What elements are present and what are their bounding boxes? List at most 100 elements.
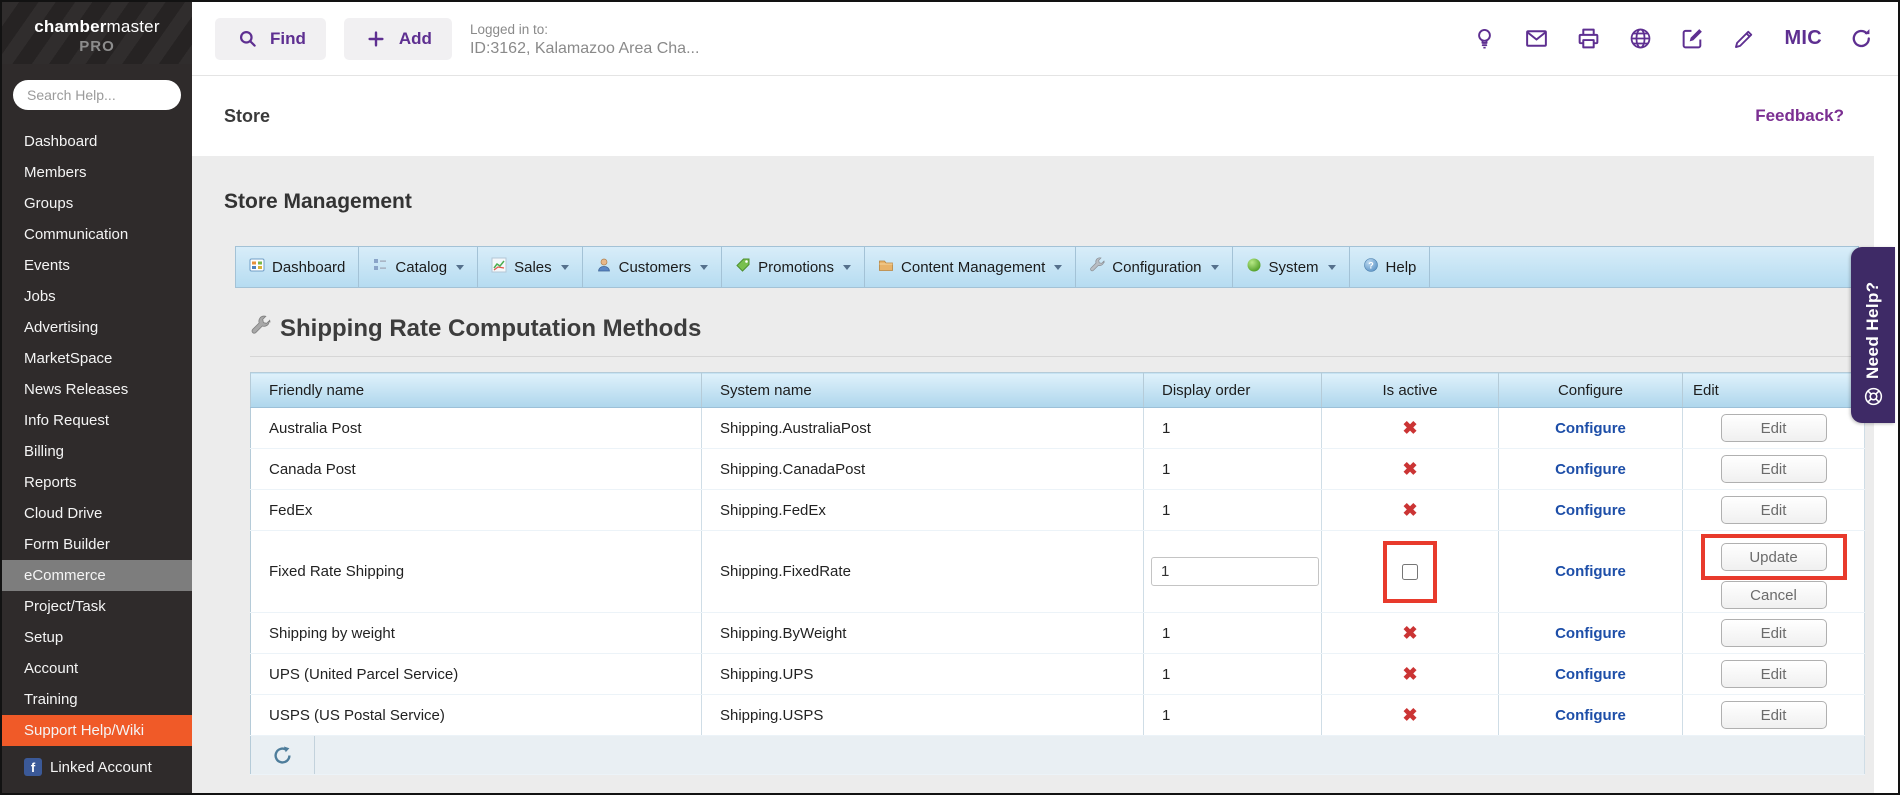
- wrench-icon: [250, 315, 271, 343]
- sidebar-item-ecommerce[interactable]: eCommerce: [2, 560, 192, 591]
- configure-link[interactable]: Configure: [1555, 461, 1626, 478]
- sidebar-item-marketspace[interactable]: MarketSpace: [2, 343, 192, 374]
- refresh-icon[interactable]: [1849, 26, 1874, 51]
- sidebar-item-groups[interactable]: Groups: [2, 188, 192, 219]
- edit-button[interactable]: Edit: [1721, 496, 1827, 524]
- sidebar-item-billing[interactable]: Billing: [2, 436, 192, 467]
- configure-link[interactable]: Configure: [1555, 707, 1626, 724]
- display-order-input[interactable]: [1151, 557, 1319, 586]
- section-title: Shipping Rate Computation Methods: [280, 315, 701, 343]
- tab-customers[interactable]: Customers: [583, 247, 723, 287]
- system-name-cell: Shipping.AustraliaPost: [702, 408, 1144, 449]
- section-divider: [250, 356, 1854, 357]
- mic-menu[interactable]: MIC: [1784, 27, 1822, 50]
- edit-button[interactable]: Edit: [1721, 701, 1827, 729]
- compose-icon[interactable]: [1680, 26, 1705, 51]
- display-order-cell: 1: [1144, 613, 1322, 654]
- configure-link[interactable]: Configure: [1555, 563, 1626, 580]
- inactive-x-icon: ✖: [1402, 623, 1417, 643]
- friendly-name-cell: Australia Post: [251, 408, 702, 449]
- tab-configuration[interactable]: Configuration: [1076, 247, 1232, 287]
- add-button[interactable]: Add: [344, 18, 452, 60]
- sidebar-item-jobs[interactable]: Jobs: [2, 281, 192, 312]
- need-help-tab[interactable]: Need Help?: [1851, 247, 1895, 423]
- search-help-input[interactable]: [13, 80, 181, 110]
- system-name-cell: Shipping.CanadaPost: [702, 449, 1144, 490]
- feedback-link[interactable]: Feedback?: [1755, 106, 1844, 126]
- search-icon: [235, 26, 260, 51]
- table-refresh-button[interactable]: [251, 736, 315, 774]
- sidebar-item-linked-account[interactable]: f Linked Account: [2, 751, 192, 783]
- sidebar-item-news-releases[interactable]: News Releases: [2, 374, 192, 405]
- cancel-button[interactable]: Cancel: [1721, 581, 1827, 609]
- chevron-down-icon: [1211, 265, 1219, 270]
- edit-button[interactable]: Edit: [1721, 455, 1827, 483]
- column-header-is-active: Is active: [1322, 373, 1499, 408]
- tab-system[interactable]: System: [1233, 247, 1350, 287]
- edit-button[interactable]: Edit: [1721, 660, 1827, 688]
- configure-link[interactable]: Configure: [1555, 625, 1626, 642]
- tab-promotions[interactable]: Promotions: [722, 247, 865, 287]
- svg-text:?: ?: [1368, 260, 1374, 270]
- find-button[interactable]: Find: [215, 18, 326, 60]
- tab-label: System: [1269, 259, 1319, 276]
- table-row: USPS (US Postal Service) Shipping.USPS 1…: [251, 695, 1865, 736]
- sidebar-item-cloud-drive[interactable]: Cloud Drive: [2, 498, 192, 529]
- page-title: Store Management: [224, 190, 1898, 214]
- tab-catalog[interactable]: Catalog: [359, 247, 478, 287]
- globe-icon[interactable]: [1628, 26, 1653, 51]
- friendly-name-cell: UPS (United Parcel Service): [251, 654, 702, 695]
- display-order-cell: 1: [1144, 490, 1322, 531]
- sidebar-item-events[interactable]: Events: [2, 250, 192, 281]
- tab-dashboard[interactable]: Dashboard: [236, 247, 359, 287]
- sidebar-item-account[interactable]: Account: [2, 653, 192, 684]
- edit-button[interactable]: Edit: [1721, 619, 1827, 647]
- tab-sales[interactable]: Sales: [478, 247, 583, 287]
- printer-icon[interactable]: [1576, 26, 1601, 51]
- display-order-cell: 1: [1144, 449, 1322, 490]
- inactive-x-icon: ✖: [1402, 664, 1417, 684]
- tab-content-management[interactable]: Content Management: [865, 247, 1076, 287]
- sidebar-item-dashboard[interactable]: Dashboard: [2, 126, 192, 157]
- column-header-display-order: Display order: [1144, 373, 1322, 408]
- column-header-system-name: System name: [702, 373, 1144, 408]
- tab-label: Dashboard: [272, 259, 345, 276]
- logo-subtitle: PRO: [8, 37, 186, 56]
- column-header-friendly-name: Friendly name: [251, 373, 702, 408]
- sidebar-item-communication[interactable]: Communication: [2, 219, 192, 250]
- life-ring-icon: [1862, 385, 1885, 413]
- configure-link[interactable]: Configure: [1555, 420, 1626, 437]
- friendly-name-cell: USPS (US Postal Service): [251, 695, 702, 736]
- sidebar-item-reports[interactable]: Reports: [2, 467, 192, 498]
- sidebar-item-form-builder[interactable]: Form Builder: [2, 529, 192, 560]
- sidebar-item-setup[interactable]: Setup: [2, 622, 192, 653]
- inactive-x-icon: ✖: [1402, 500, 1417, 520]
- sidebar-item-advertising[interactable]: Advertising: [2, 312, 192, 343]
- lightbulb-icon[interactable]: [1472, 26, 1497, 51]
- tab-help[interactable]: ? Help: [1350, 247, 1431, 287]
- breadcrumb-band: Store Feedback?: [192, 76, 1898, 156]
- chevron-down-icon: [843, 265, 851, 270]
- sales-icon: [491, 257, 507, 277]
- tab-label: Help: [1386, 259, 1417, 276]
- shipping-methods-table: Friendly name System name Display order …: [250, 372, 1865, 775]
- promotions-icon: [735, 257, 751, 277]
- find-button-label: Find: [270, 29, 306, 49]
- sidebar-item-project-task[interactable]: Project/Task: [2, 591, 192, 622]
- update-button[interactable]: Update: [1721, 543, 1827, 571]
- is-active-checkbox[interactable]: [1402, 564, 1418, 580]
- sidebar-item-members[interactable]: Members: [2, 157, 192, 188]
- configure-link[interactable]: Configure: [1555, 502, 1626, 519]
- configure-link[interactable]: Configure: [1555, 666, 1626, 683]
- content-area: Store Management Dashboard Catalog Sales: [192, 156, 1898, 793]
- sidebar-item-info-request[interactable]: Info Request: [2, 405, 192, 436]
- table-row-editing: Fixed Rate Shipping Shipping.FixedRate C…: [251, 531, 1865, 613]
- help-icon: ?: [1363, 257, 1379, 277]
- sidebar-item-training[interactable]: Training: [2, 684, 192, 715]
- envelope-icon[interactable]: [1524, 26, 1549, 51]
- edit-button[interactable]: Edit: [1721, 414, 1827, 442]
- tab-label: Promotions: [758, 259, 834, 276]
- topbar-icons: MIC: [1472, 26, 1874, 51]
- pencil-icon[interactable]: [1732, 26, 1757, 51]
- sidebar-item-support-help-wiki[interactable]: Support Help/Wiki: [2, 715, 192, 746]
